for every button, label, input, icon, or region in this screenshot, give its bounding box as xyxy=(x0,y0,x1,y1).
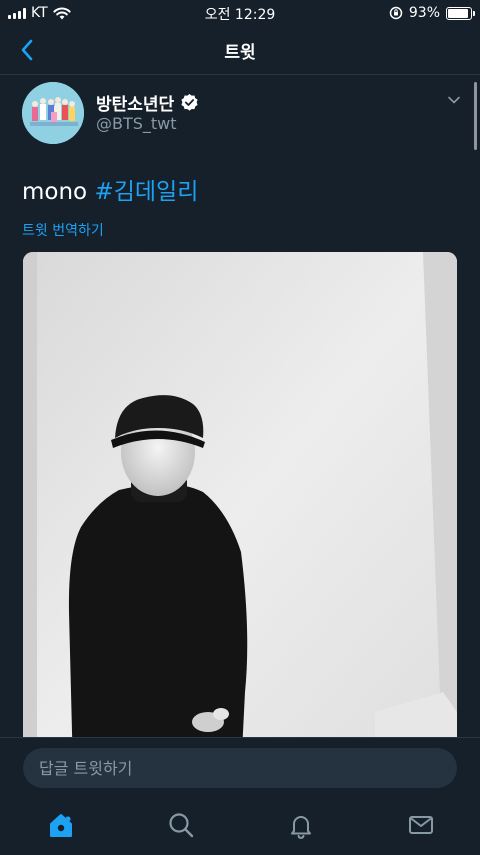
display-name[interactable]: 방탄소년단 xyxy=(96,90,174,115)
display-name-row: 방탄소년단 xyxy=(96,90,199,115)
user-handle[interactable]: @BTS_twt xyxy=(96,114,177,133)
scrollbar[interactable] xyxy=(474,82,477,150)
tweet-text: mono #김데일리 xyxy=(22,172,198,206)
reply-input[interactable] xyxy=(23,748,457,788)
mail-icon[interactable] xyxy=(406,810,436,840)
status-time: 오전 12:29 xyxy=(204,7,276,23)
verified-badge-icon xyxy=(181,93,198,111)
home-icon[interactable] xyxy=(46,810,76,840)
tweet-header: 방탄소년단 @BTS_twt xyxy=(22,82,462,146)
chevron-down-icon[interactable] xyxy=(446,92,462,108)
battery-icon xyxy=(446,6,475,20)
tweet-photo[interactable] xyxy=(23,252,457,772)
bottom-area xyxy=(0,737,480,855)
search-icon[interactable] xyxy=(166,810,196,840)
bell-icon[interactable] xyxy=(286,810,316,840)
nav-bar: 트윗 xyxy=(0,26,480,75)
avatar-image xyxy=(22,82,84,144)
page-title: 트윗 xyxy=(224,43,256,63)
tweet-text-plain: mono xyxy=(22,179,95,205)
translate-tweet-link[interactable]: 트윗 번역하기 xyxy=(22,220,104,240)
avatar[interactable] xyxy=(22,82,84,144)
photo-image xyxy=(23,252,457,772)
hashtag-link[interactable]: #김데일리 xyxy=(94,179,198,205)
tab-bar xyxy=(0,796,480,855)
battery-fill xyxy=(448,8,469,18)
status-bar: KT 오전 12:29 93% xyxy=(0,0,480,26)
